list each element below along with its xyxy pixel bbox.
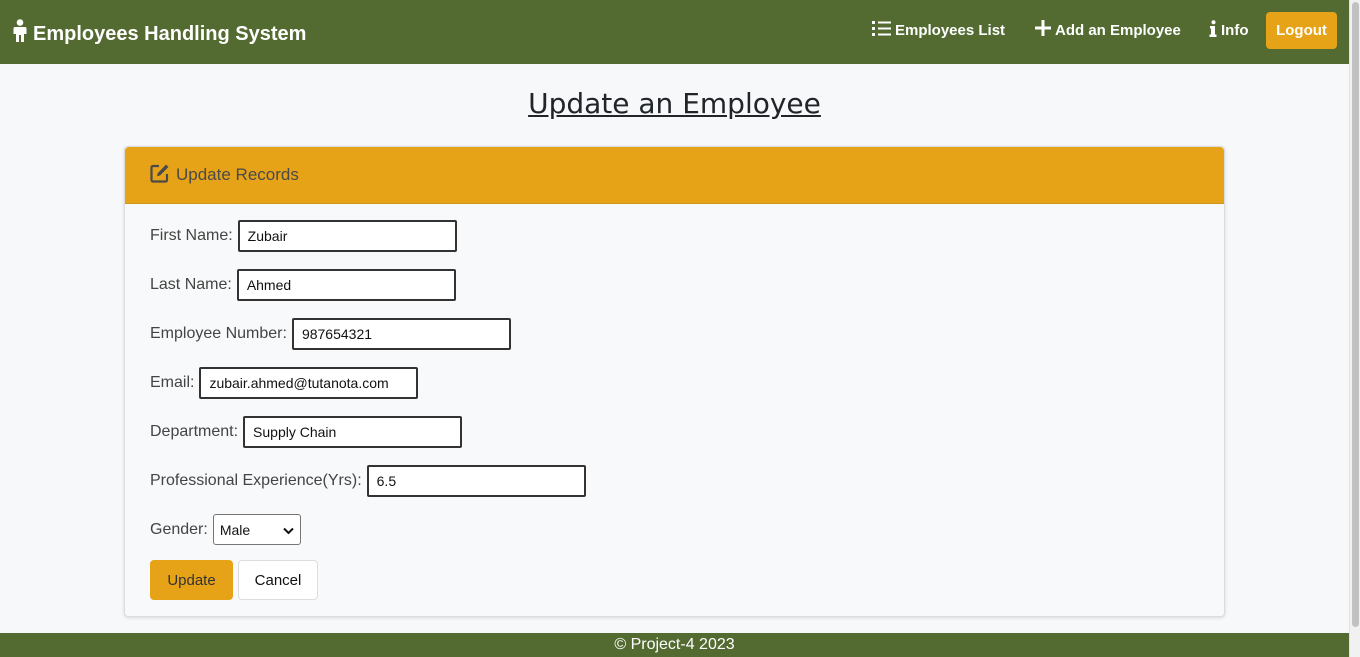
nav-info-label: Info: [1221, 22, 1249, 39]
department-label: Department:: [150, 423, 239, 440]
list-icon: [872, 20, 895, 41]
brand-title: Employees Handling System: [33, 22, 307, 45]
last-name-field[interactable]: [236, 269, 456, 301]
logout-button[interactable]: Logout: [1266, 12, 1337, 49]
nav-employees-list-label: Employees List: [895, 22, 1006, 39]
first-name-row: First Name:: [150, 220, 457, 252]
email-field[interactable]: [199, 367, 419, 399]
email-row: Email:: [150, 367, 419, 399]
update-button[interactable]: Update: [150, 560, 233, 600]
cancel-button[interactable]: Cancel: [238, 560, 318, 600]
experience-label: Professional Experience(Yrs):: [150, 472, 362, 489]
footer-text: © Project-4 2023: [614, 636, 735, 653]
person-icon: [11, 19, 33, 49]
nav-employees-list[interactable]: Employees List: [872, 20, 1005, 41]
gender-select[interactable]: Male: [212, 514, 301, 545]
nav-add-employee-label: Add an Employee: [1055, 21, 1181, 39]
first-name-field[interactable]: [237, 220, 457, 252]
nav-info[interactable]: Info: [1209, 20, 1249, 41]
email-label: Email:: [150, 374, 195, 391]
card-header: Update Records: [125, 147, 1224, 204]
brand[interactable]: Employees Handling System: [11, 19, 306, 49]
experience-field[interactable]: [366, 465, 586, 497]
employee-number-field[interactable]: [291, 318, 511, 350]
experience-row: Professional Experience(Yrs):: [150, 465, 586, 497]
page-title: Update an Employee: [528, 87, 821, 120]
department-row: Department:: [150, 416, 463, 448]
first-name-label: First Name:: [150, 227, 233, 244]
nav-add-employee[interactable]: Add an Employee: [1035, 20, 1181, 40]
card-header-title: Update Records: [176, 165, 299, 184]
employee-number-label: Employee Number:: [150, 325, 287, 342]
top-navbar: Employees Handling System Employees List…: [0, 0, 1349, 64]
update-records-card: Update Records First Name: Last Name: Em…: [124, 146, 1225, 617]
last-name-label: Last Name:: [150, 276, 232, 293]
info-icon: [1209, 20, 1221, 41]
gender-label: Gender:: [150, 520, 208, 538]
plus-icon: [1035, 20, 1055, 40]
edit-icon: [150, 163, 176, 188]
footer: © Project-4 2023: [0, 633, 1349, 657]
scrollbar-thumb[interactable]: [1352, 2, 1359, 627]
gender-row: Gender: Male: [150, 514, 301, 545]
chevron-down-icon: [283, 522, 294, 538]
employee-number-row: Employee Number:: [150, 318, 511, 350]
gender-selected-value: Male: [219, 521, 251, 538]
vertical-scrollbar[interactable]: [1349, 0, 1360, 657]
department-field[interactable]: [243, 416, 463, 448]
last-name-row: Last Name:: [150, 269, 456, 301]
